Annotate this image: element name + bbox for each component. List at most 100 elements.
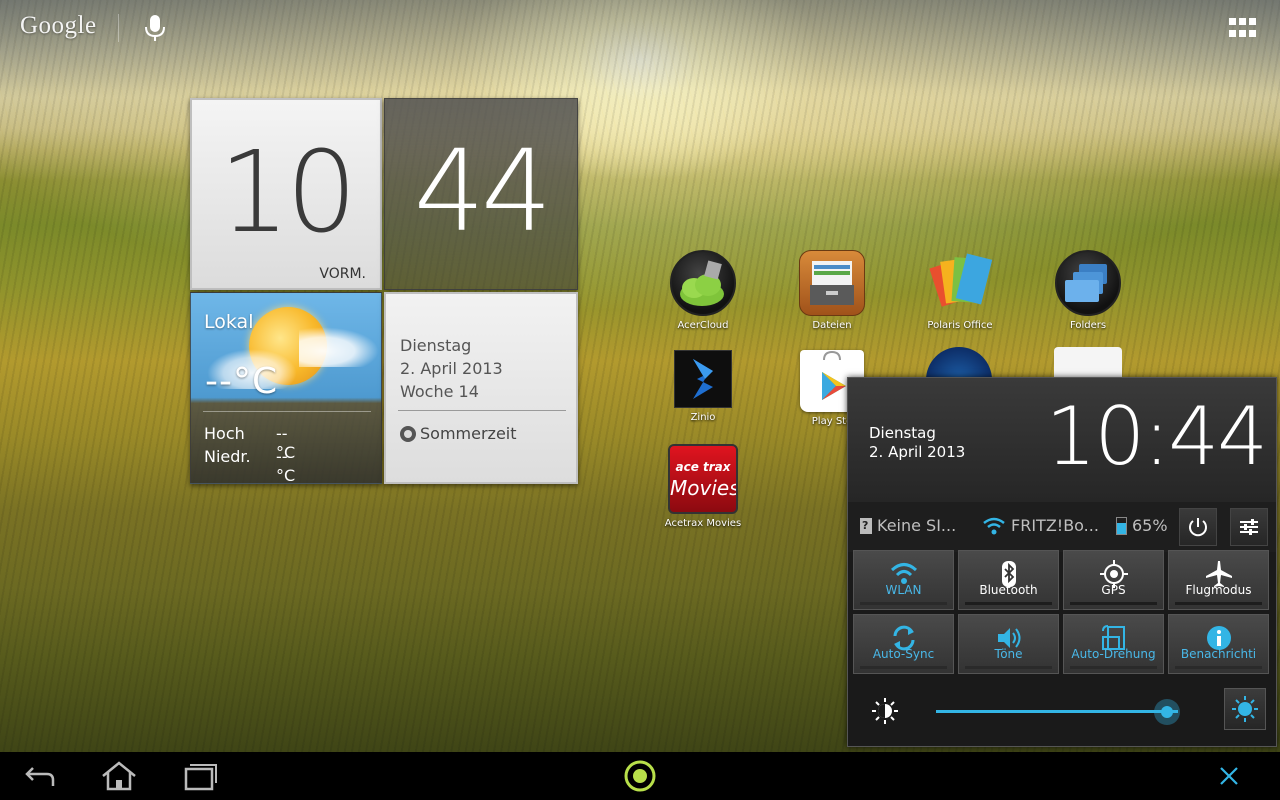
date-weekday: Dienstag (400, 336, 472, 355)
sim-status: ? Keine SI... (860, 516, 956, 535)
acercloud-icon (670, 250, 736, 316)
app-acetrax-movies[interactable]: ace trax Movies Acetrax Movies (653, 444, 753, 529)
app-label: Polaris Office (927, 320, 993, 331)
home-button[interactable] (97, 758, 141, 794)
toggle-label: Flugmodus (1185, 583, 1252, 597)
wifi-status-label: FRITZ!Bo... (1011, 516, 1099, 535)
weather-high: Hoch --°C (204, 424, 295, 462)
panel-header: Dienstag 2. April 2013 10:44 (848, 378, 1276, 502)
wifi-status: FRITZ!Bo... (982, 516, 1099, 535)
app-label: Folders (1069, 320, 1107, 331)
date-week: Woche 14 (400, 382, 479, 401)
app-dateien[interactable]: Dateien (782, 250, 882, 331)
quick-toggles: WLAN Bluetooth GPS Flugmodus Auto-Sync T… (853, 550, 1271, 674)
back-icon (25, 767, 55, 786)
toggle-label: Auto-Drehung (1071, 647, 1156, 661)
power-button[interactable] (1179, 508, 1217, 546)
clock-ampm: VORM. (319, 266, 366, 282)
auto-brightness-icon (1232, 696, 1258, 722)
files-drawer-icon (799, 250, 865, 316)
toggle-flugmodus[interactable]: Flugmodus (1168, 550, 1269, 610)
divider (203, 411, 371, 412)
toggle-label: GPS (1101, 583, 1126, 597)
weather-temp: --°C (205, 361, 279, 402)
acer-ring-button[interactable] (618, 758, 662, 794)
app-acercloud[interactable]: AcerCloud (653, 250, 753, 331)
weather-tile[interactable]: Lokal --°C Hoch --°C Niedr. --°C (190, 292, 382, 484)
settings-button[interactable] (1230, 508, 1268, 546)
polaris-office-icon (927, 250, 993, 316)
close-icon (1220, 767, 1238, 785)
app-label: Zinio (690, 412, 716, 423)
home-icon (102, 761, 136, 791)
sliders-icon (1240, 519, 1258, 535)
app-folders[interactable]: Folders (1038, 250, 1138, 331)
weather-low: Niedr. --°C (204, 447, 295, 483)
clock-minute: 44 (413, 127, 553, 257)
app-zinio[interactable]: Zinio (653, 350, 753, 423)
acer-ring-icon (624, 760, 656, 792)
app-label: AcerCloud (677, 320, 729, 331)
toggle-auto-drehung[interactable]: Auto-Drehung (1063, 614, 1164, 674)
brightness-slider-thumb[interactable] (1154, 699, 1181, 725)
google-search-logo[interactable]: Google (20, 12, 97, 40)
app-label: Dateien (812, 320, 852, 331)
toggle-label: WLAN (885, 583, 922, 597)
date-full: 2. April 2013 (400, 359, 503, 378)
back-button[interactable] (18, 758, 62, 794)
minute-tile[interactable]: 44 (384, 98, 578, 290)
toggle-label: Bluetooth (979, 583, 1038, 597)
toggle-label: Benachrichti (1180, 647, 1257, 661)
hour-tile[interactable]: 10 VORM. (190, 98, 382, 290)
panel-date: 2. April 2013 (869, 443, 966, 461)
date-tile[interactable]: Dienstag 2. April 2013 Woche 14 Sommerze… (384, 292, 578, 484)
toggle-benachrichtigungen[interactable]: Benachrichti (1168, 614, 1269, 674)
wifi-signal-icon (983, 517, 1005, 534)
acetrax-movies-icon: ace trax Movies (668, 444, 738, 514)
power-icon (1189, 518, 1207, 537)
dst-indicator: Sommerzeit (400, 424, 517, 443)
folders-icon (1055, 250, 1121, 316)
weather-low-value: --°C (276, 447, 296, 484)
brightness-row (848, 680, 1276, 746)
close-panel-button[interactable] (1207, 758, 1251, 794)
toggle-wlan[interactable]: WLAN (853, 550, 954, 610)
mic-icon[interactable] (143, 13, 167, 43)
toggle-label: Auto-Sync (872, 647, 935, 661)
top-divider (118, 14, 119, 42)
recent-apps-button[interactable] (178, 758, 222, 794)
weather-high-label: Hoch (204, 424, 245, 443)
app-label: Acetrax Movies (664, 518, 742, 529)
recent-apps-icon (184, 764, 217, 791)
battery-label: 65% (1132, 516, 1168, 535)
cloud-icon (299, 327, 379, 367)
panel-weekday: Dienstag (869, 424, 936, 442)
battery-status: 65% (1116, 516, 1168, 535)
partial-app-icon[interactable] (1054, 347, 1122, 379)
sim-icon: ? (860, 517, 872, 534)
divider (398, 410, 566, 411)
toggle-auto-sync[interactable]: Auto-Sync (853, 614, 954, 674)
clock-weather-widget[interactable]: 10 VORM. 44 Lokal --°C Hoch --°C Niedr. … (190, 98, 578, 488)
quick-settings-panel[interactable]: Dienstag 2. April 2013 10:44 ? Keine SI.… (847, 377, 1277, 747)
brightness-slider-track[interactable] (936, 710, 1178, 713)
zinio-icon (674, 350, 732, 408)
acetrax-logo-text: ace trax (675, 460, 731, 474)
toggle-toene[interactable]: Töne (958, 614, 1059, 674)
toggle-gps[interactable]: GPS (1063, 550, 1164, 610)
battery-icon (1116, 516, 1127, 535)
weather-low-label: Niedr. (204, 447, 251, 466)
clock-hour: 10 (218, 128, 358, 258)
apps-grid-icon[interactable] (1229, 18, 1257, 38)
weather-location: Lokal (204, 311, 254, 333)
brightness-icon (872, 698, 898, 724)
toggle-bluetooth[interactable]: Bluetooth (958, 550, 1059, 610)
navigation-bar (0, 752, 1280, 800)
acetrax-movies-text: Movies (670, 476, 738, 500)
auto-brightness-button[interactable] (1224, 688, 1266, 730)
toggle-label: Töne (994, 647, 1023, 661)
dst-label: Sommerzeit (420, 424, 517, 443)
panel-time: 10:44 (1045, 390, 1268, 483)
app-polaris-office[interactable]: Polaris Office (910, 250, 1010, 331)
dst-icon (400, 425, 416, 442)
